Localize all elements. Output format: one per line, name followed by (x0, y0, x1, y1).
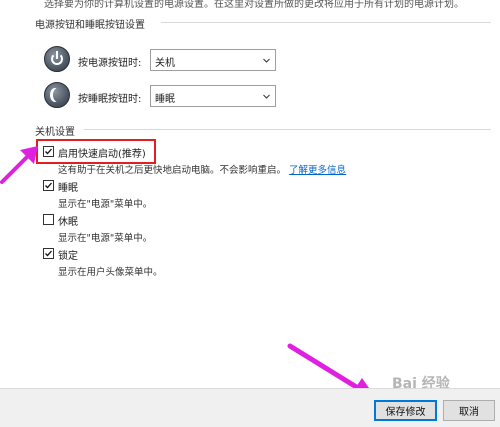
shutdown-section-divider (84, 129, 491, 130)
highlight-box (36, 139, 156, 164)
sleep-option-description: 显示在"电源"菜单中。 (58, 199, 153, 210)
fast-startup-description-text: 这有助于在关机之后更快地启动电脑。不会影响重启。 (58, 165, 287, 176)
power-icon (44, 46, 70, 72)
header-description: 选择要为你的计算机设置的电源设置。在这里对设置所做的更改将应用于所有计划的电源计… (44, 0, 464, 10)
checkmark-icon (45, 182, 52, 189)
lock-option-label: 锁定 (58, 251, 78, 262)
cancel-button[interactable]: 取消 (443, 400, 495, 421)
power-section-divider (161, 22, 491, 23)
checkmark-icon (45, 250, 52, 257)
lock-option-description: 显示在用户头像菜单中。 (58, 267, 163, 278)
fast-startup-description: 这有助于在关机之后更快地启动电脑。不会影响重启。 了解更多信息 (58, 162, 346, 176)
hibernate-checkbox[interactable] (43, 214, 54, 225)
sleep-checkbox[interactable] (43, 180, 54, 191)
shutdown-section-title: 关机设置 (35, 127, 75, 138)
chevron-down-icon (263, 94, 270, 99)
save-button[interactable]: 保存修改 (374, 400, 437, 421)
power-button-label: 按电源按钮时: (78, 58, 142, 69)
sleep-button-select[interactable]: 睡眠 (150, 85, 276, 107)
footer-bar: 保存修改 取消 (0, 388, 500, 427)
learn-more-link[interactable]: 了解更多信息 (289, 165, 346, 176)
power-button-value: 关机 (155, 58, 175, 69)
hibernate-option-label: 休眠 (58, 217, 78, 228)
sleep-option-label: 睡眠 (58, 183, 78, 194)
sleep-button-label: 按睡眠按钮时: (78, 94, 142, 105)
moon-icon (44, 82, 70, 108)
power-button-select[interactable]: 关机 (150, 49, 276, 71)
annotation-arrow-left (0, 146, 38, 184)
power-section-title: 电源按钮和睡眠按钮设置 (35, 20, 145, 31)
chevron-down-icon (263, 58, 270, 63)
sleep-button-value: 睡眠 (155, 94, 175, 105)
hibernate-option-description: 显示在"电源"菜单中。 (58, 233, 153, 244)
lock-checkbox[interactable] (43, 248, 54, 259)
